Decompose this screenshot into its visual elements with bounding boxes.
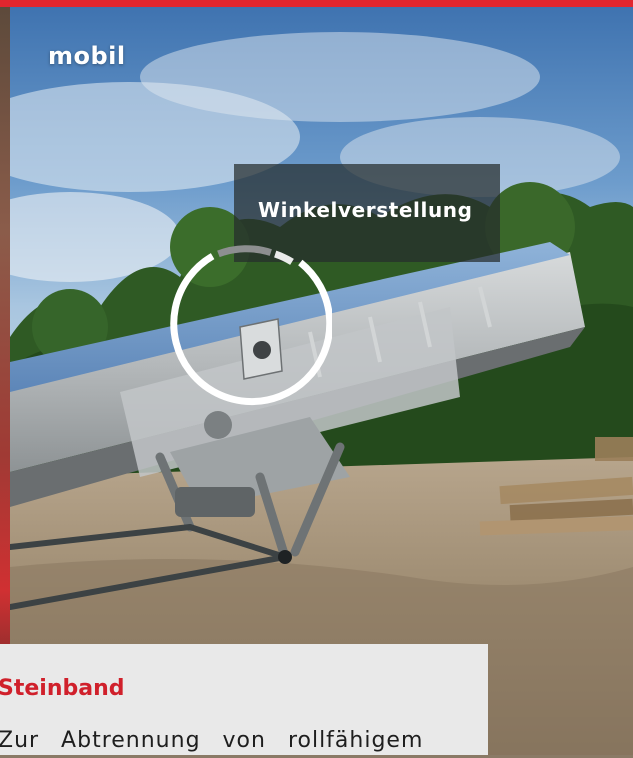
callout-label: Winkelverstellung bbox=[258, 198, 473, 222]
adjacent-photo-edge bbox=[0, 7, 10, 755]
product-description: Zur Abtrennung von rollfähigem bbox=[0, 728, 424, 753]
mobile-badge-label: mobil bbox=[48, 42, 126, 70]
ring-highlight-icon bbox=[170, 245, 332, 406]
top-accent-bar bbox=[0, 0, 633, 7]
product-heading: Steinband bbox=[0, 676, 125, 701]
